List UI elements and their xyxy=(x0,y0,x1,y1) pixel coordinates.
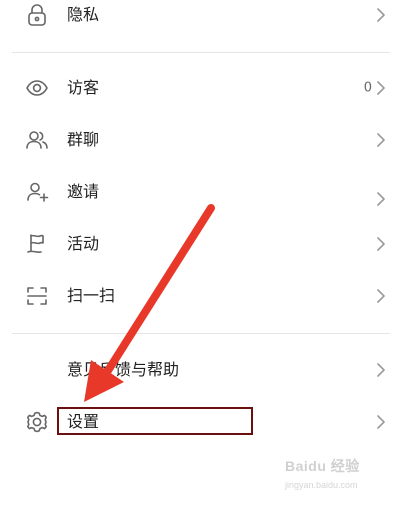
menu-item-label: 扫一扫 xyxy=(67,286,116,305)
baidu-watermark: Baidu 经验 xyxy=(285,458,360,474)
chevron-right-icon xyxy=(376,132,386,148)
group-users-icon xyxy=(24,127,50,153)
menu-item-label: 意见反馈与帮助 xyxy=(67,360,180,379)
menu-item-feedback[interactable]: 意见反馈与帮助 xyxy=(0,345,401,395)
menu-item-label: 隐私 xyxy=(67,5,100,24)
menu-item-privacy[interactable]: 隐私 xyxy=(0,0,401,40)
watermark-url: jingyan.baidu.com xyxy=(285,480,358,490)
chevron-right-icon xyxy=(376,236,386,252)
gear-icon xyxy=(24,409,50,435)
chevron-right-icon xyxy=(376,414,386,430)
menu-item-group-chat[interactable]: 群聊 xyxy=(0,115,401,165)
flag-icon xyxy=(24,231,50,257)
menu-item-scan[interactable]: 扫一扫 xyxy=(0,271,401,321)
menu-item-invite[interactable]: 邀请 xyxy=(0,167,401,217)
chevron-right-icon xyxy=(376,7,386,23)
menu-item-activity[interactable]: 活动 xyxy=(0,219,401,269)
chevron-right-icon xyxy=(376,362,386,378)
menu-item-settings[interactable]: 设置 xyxy=(0,397,401,447)
chevron-right-icon xyxy=(376,191,386,207)
divider xyxy=(12,52,390,53)
scan-icon xyxy=(24,283,50,309)
divider xyxy=(12,333,390,334)
menu-item-label: 群聊 xyxy=(67,130,100,149)
chevron-right-icon xyxy=(376,80,386,96)
add-user-icon xyxy=(24,179,50,205)
menu-item-label: 活动 xyxy=(67,234,100,253)
menu-item-label: 邀请 xyxy=(67,182,100,201)
menu-item-visitors[interactable]: 访客 0 xyxy=(0,63,401,113)
eye-icon xyxy=(24,75,50,101)
menu-item-label: 访客 xyxy=(67,78,100,97)
visitor-count: 0 xyxy=(363,80,372,96)
lock-icon xyxy=(24,2,50,28)
menu-item-label: 设置 xyxy=(67,412,100,431)
chevron-right-icon xyxy=(376,288,386,304)
